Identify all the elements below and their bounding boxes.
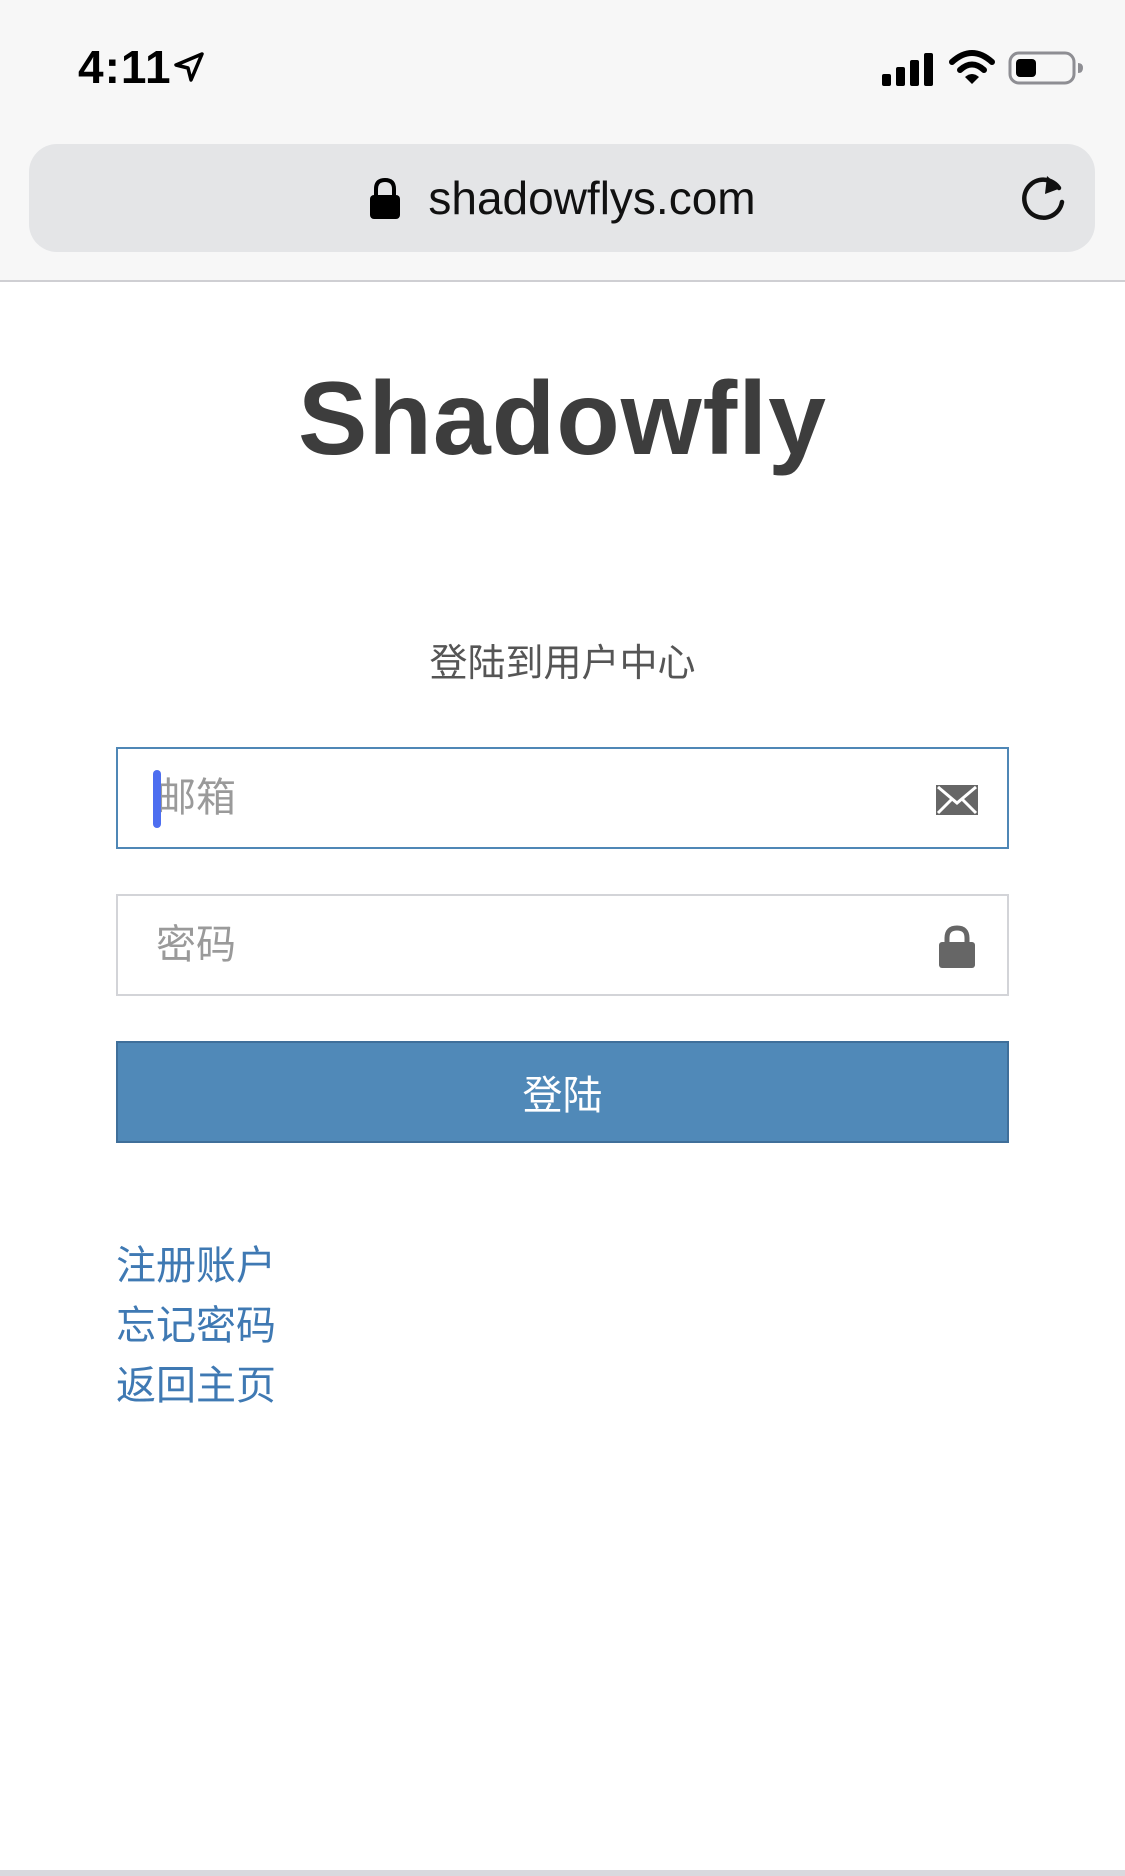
location-arrow-icon — [174, 52, 204, 82]
battery-icon — [1008, 51, 1083, 85]
wifi-icon — [949, 50, 995, 84]
register-link[interactable]: 注册账户 — [116, 1236, 276, 1296]
lock-icon — [939, 925, 975, 968]
email-input[interactable] — [156, 749, 916, 847]
text-caret — [153, 770, 161, 828]
cellular-signal-icon — [882, 53, 933, 86]
reload-icon[interactable] — [1017, 172, 1069, 224]
password-field[interactable] — [116, 894, 1009, 996]
forgot-password-link[interactable]: 忘记密码 — [116, 1296, 276, 1356]
envelope-icon — [936, 785, 978, 815]
login-button[interactable]: 登陆 — [116, 1041, 1009, 1143]
bottom-divider — [0, 1870, 1125, 1876]
auth-links: 注册账户 忘记密码 返回主页 — [116, 1236, 276, 1416]
status-time: 4:11 — [78, 41, 172, 93]
lock-icon — [370, 177, 401, 219]
email-field[interactable] — [116, 747, 1009, 849]
address-bar[interactable]: shadowflys.com — [29, 144, 1095, 252]
login-subtitle: 登陆到用户中心 — [429, 641, 696, 685]
password-input[interactable] — [156, 896, 916, 994]
browser-chrome: 4:11 shadowflys.com — [0, 0, 1125, 282]
back-home-link[interactable]: 返回主页 — [116, 1356, 276, 1416]
brand-title: Shadowfly — [297, 361, 828, 477]
url-text: shadowflys.com — [428, 172, 756, 224]
